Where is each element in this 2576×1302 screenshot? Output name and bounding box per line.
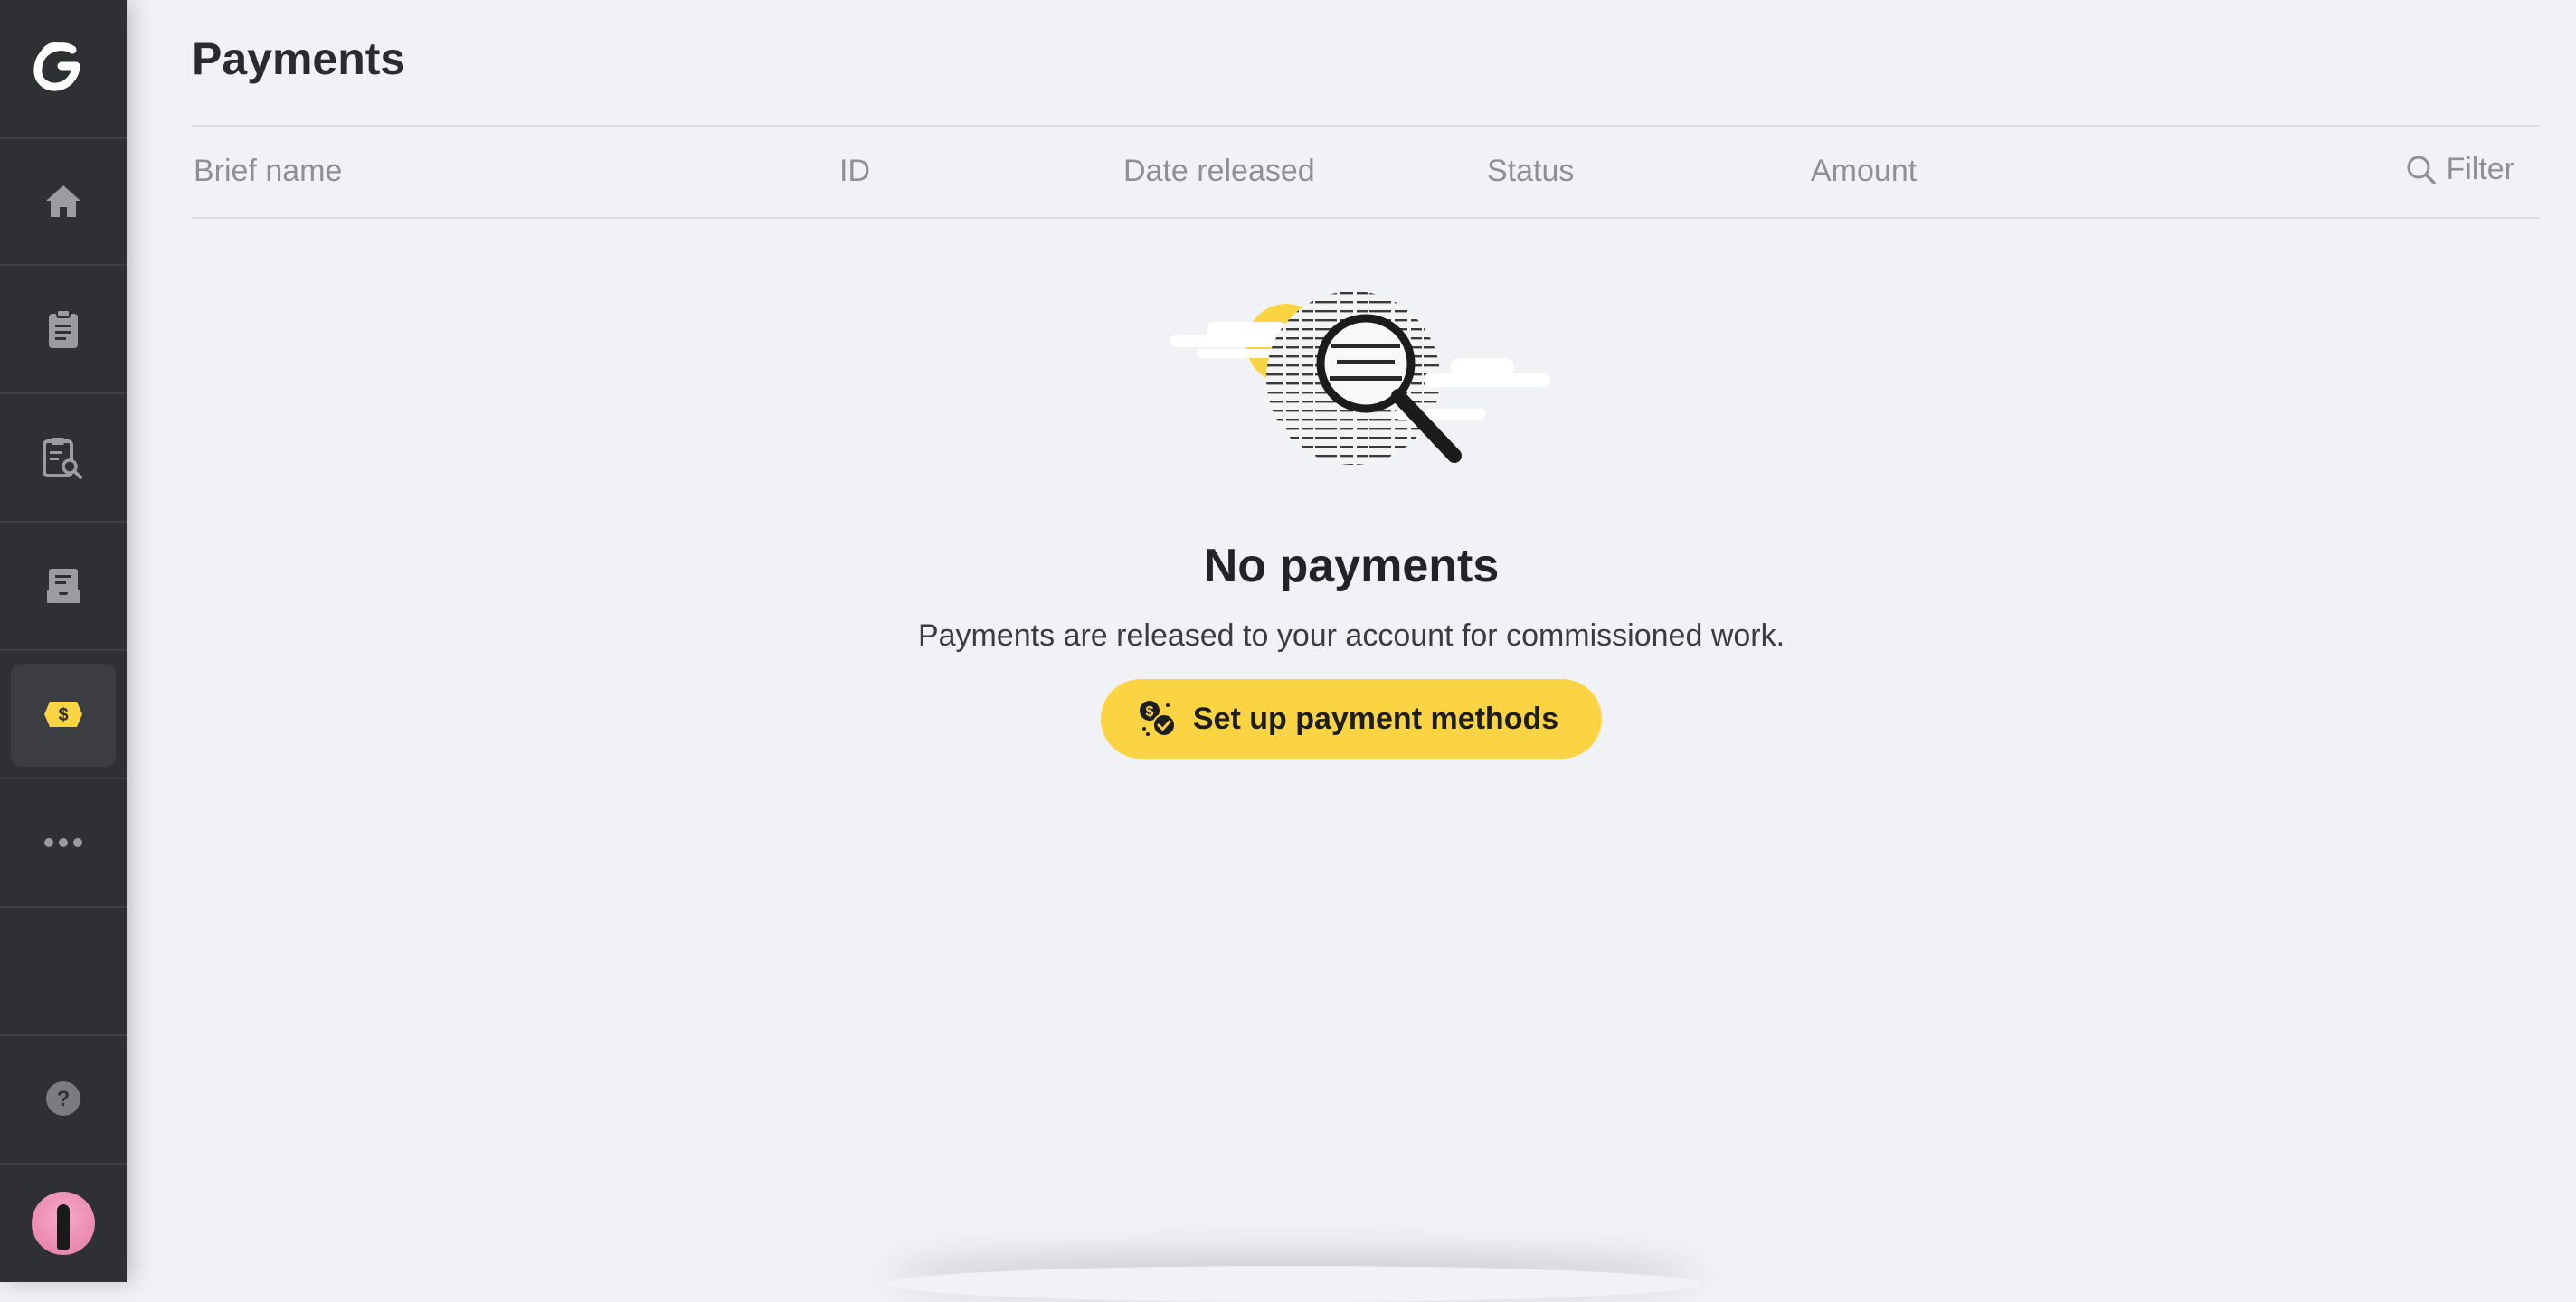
clipboard-search-icon xyxy=(43,438,82,479)
page-title: Payments xyxy=(192,33,406,84)
svg-text:$: $ xyxy=(1145,704,1153,720)
dollar-ticket-icon: $ xyxy=(44,702,82,727)
sidebar-item-more[interactable] xyxy=(0,779,127,908)
sidebar-item-briefs[interactable] xyxy=(0,266,127,394)
sidebar-item-profile[interactable] xyxy=(0,1163,127,1282)
inbox-icon xyxy=(47,569,80,603)
setup-payment-methods-label: Set up payment methods xyxy=(1192,701,1559,736)
sidebar-item-home[interactable] xyxy=(0,137,127,266)
avatar-figure xyxy=(57,1204,70,1250)
more-icon xyxy=(44,838,82,847)
sidebar: $ ? xyxy=(0,0,127,1282)
column-date-released[interactable]: Date released xyxy=(1123,154,1315,189)
column-id[interactable]: ID xyxy=(839,154,870,189)
magnifier-illustration xyxy=(1170,291,1550,465)
column-amount[interactable]: Amount xyxy=(1811,154,1917,189)
table-header: Brief name ID Date released Status Amoun… xyxy=(192,125,2540,219)
column-brief-name[interactable]: Brief name xyxy=(194,154,342,189)
search-icon xyxy=(2407,156,2437,184)
home-icon xyxy=(46,185,80,217)
empty-state: No payments Payments are released to you… xyxy=(127,289,2576,759)
sidebar-item-help[interactable]: ? xyxy=(0,1034,127,1161)
user-avatar[interactable] xyxy=(32,1192,95,1255)
empty-state-illustration xyxy=(1152,289,1550,488)
logo-icon xyxy=(33,42,80,91)
sidebar-item-search-briefs[interactable] xyxy=(0,394,127,523)
sidebar-item-inbox[interactable] xyxy=(0,523,127,651)
empty-state-description: Payments are released to your account fo… xyxy=(917,618,1785,653)
sidebar-item-payments[interactable]: $ xyxy=(0,651,127,779)
column-status[interactable]: Status xyxy=(1487,154,1574,189)
help-icon: ? xyxy=(46,1081,80,1116)
filter-button[interactable]: Filter xyxy=(2406,152,2514,187)
clipboard-icon xyxy=(49,309,78,348)
svg-text:$: $ xyxy=(58,705,68,725)
svg-text:?: ? xyxy=(57,1087,71,1111)
empty-state-title: No payments xyxy=(1203,540,1500,592)
payment-check-icon: $ xyxy=(1139,701,1176,737)
bottom-panel-shadow xyxy=(886,1266,1700,1302)
filter-label: Filter xyxy=(2446,152,2514,186)
setup-payment-methods-button[interactable]: $ Set up payment methods xyxy=(1100,679,1603,759)
app-logo[interactable] xyxy=(0,0,127,139)
